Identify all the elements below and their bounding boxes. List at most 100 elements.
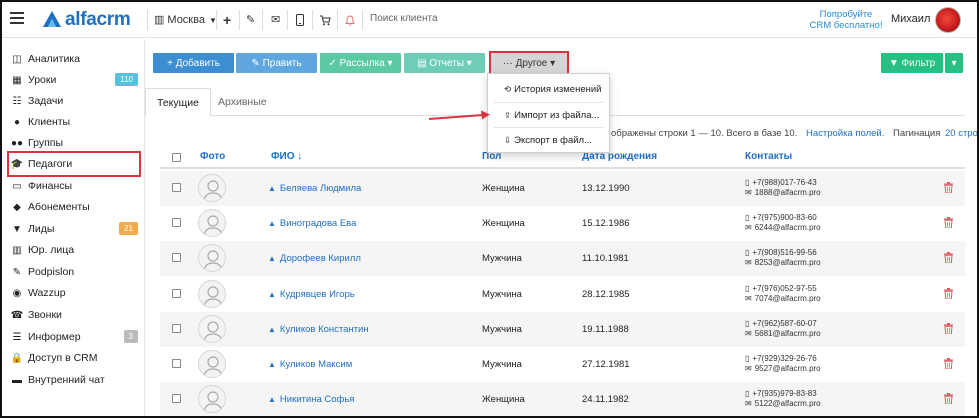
sidebar-item-12[interactable]: ◉ Wazzup <box>10 283 138 303</box>
edit-button[interactable]: ✎ Править <box>236 53 317 73</box>
trash-icon[interactable] <box>944 393 953 405</box>
trash-icon[interactable] <box>944 252 953 264</box>
envelope-icon[interactable]: ✉ <box>271 12 280 28</box>
trash-icon[interactable] <box>944 287 953 299</box>
wrench-icon[interactable]: ✎ <box>246 12 255 28</box>
email-link[interactable]: 6244@alfacrm.pro <box>755 223 821 232</box>
email-link[interactable]: 7074@alfacrm.pro <box>755 294 821 303</box>
row-checkbox[interactable] <box>172 253 181 263</box>
bell-icon[interactable] <box>345 12 355 28</box>
branch-selector[interactable]: ▥ Москва ▼ <box>154 12 217 28</box>
column-contacts[interactable]: Контакты <box>745 151 792 162</box>
birthday-cell: 13.12.1990 <box>582 183 630 194</box>
trash-icon[interactable] <box>944 182 953 193</box>
table-row[interactable]: ▲ Кудрявцев Игорь Мужчина 28.12.1985 ▯ +7(976… <box>160 277 965 312</box>
phone-link[interactable]: +7(962)587-60-07 <box>752 319 816 328</box>
add-button[interactable]: + Добавить <box>153 53 234 73</box>
email-link[interactable]: 5681@alfacrm.pro <box>755 329 821 338</box>
sidebar-item-15[interactable]: 🔒 Доступ в CRM <box>10 348 138 368</box>
menu-icon[interactable] <box>10 12 24 26</box>
reports-button[interactable]: ▤ Отчеты ▾ <box>404 53 485 73</box>
filter-button[interactable]: ▼ Фильтр <box>881 53 943 73</box>
trash-icon[interactable] <box>944 322 953 334</box>
sidebar-item-7[interactable]: ▭ Финансы <box>10 176 138 196</box>
table-row[interactable]: ▲ Куликов Максим Мужчина 27.12.1981 ▯ +7(929)… <box>160 347 965 382</box>
tasks-icon: ☷ <box>12 95 22 107</box>
birthday-cell: 27.12.1981 <box>582 359 630 370</box>
email-link[interactable]: 8253@alfacrm.pro <box>755 258 821 267</box>
user-name[interactable]: Михаил <box>891 13 930 25</box>
sidebar-item-9[interactable]: ▼ Лиды 21 <box>10 219 138 239</box>
graduation-cap-icon: ▲ <box>268 324 276 334</box>
table-info: ображены строки 1 — 10. Всего в базе 10.… <box>611 128 977 139</box>
email-link[interactable]: 1888@alfacrm.pro <box>755 188 821 197</box>
logo[interactable]: alfacrm <box>42 9 131 31</box>
row-checkbox[interactable] <box>172 359 181 368</box>
sidebar-item-10[interactable]: ▥ Юр. лица <box>10 240 138 260</box>
menu-item-export[interactable]: ⇩ Экспорт в файл... <box>488 129 609 151</box>
teacher-name-link[interactable]: ▲ Дорофеев Кирилл <box>268 253 361 264</box>
pointer-arrow-icon <box>429 110 490 120</box>
promo-line: Попробуйте <box>819 9 873 20</box>
mobile-icon[interactable] <box>296 12 304 28</box>
phone-link[interactable]: +7(975)900-83-60 <box>752 213 816 222</box>
sidebar-item-4[interactable]: ● Клиенты <box>10 112 138 132</box>
trash-icon[interactable] <box>944 358 953 369</box>
phone-link[interactable]: +7(935)979-83-83 <box>752 389 816 398</box>
trash-icon[interactable] <box>944 217 953 229</box>
sidebar-item-6[interactable]: 🎓 Педагоги <box>7 151 141 177</box>
row-checkbox[interactable] <box>172 323 181 333</box>
phone-link[interactable]: +7(929)329-26-76 <box>752 354 816 363</box>
teacher-name-link[interactable]: ▲ Куликов Константин <box>268 324 369 335</box>
field-settings-link[interactable]: Настройка полей. <box>806 128 884 139</box>
menu-item-history[interactable]: ⟲ История изменений <box>488 78 609 100</box>
trial-promo-link[interactable]: Попробуйте CRM бесплатно! <box>808 9 884 31</box>
sidebar-item-14[interactable]: ☰ Информер 3 <box>10 327 138 347</box>
sidebar-item-3[interactable]: ☷ Задачи <box>10 91 138 111</box>
sidebar-item-8[interactable]: ◆ Абонементы <box>10 197 138 217</box>
teacher-name-link[interactable]: ▲ Беляева Людмила <box>268 183 361 194</box>
calendar-icon: ▦ <box>12 74 22 86</box>
teacher-name: Куликов Константин <box>279 323 369 335</box>
sidebar-item-16[interactable]: ▬ Внутренний чат <box>10 370 138 390</box>
table-row[interactable]: ▲ Беляева Людмила Женщина 13.12.1990 ▯ +7(988… <box>160 171 965 206</box>
teacher-name-link[interactable]: ▲ Куликов Максим <box>268 359 352 370</box>
teacher-name-link[interactable]: ▲ Никитина Софья <box>268 394 354 405</box>
table-row[interactable]: ▲ Виноградова Ева Женщина 15.12.1986 ▯ +7(975… <box>160 206 965 241</box>
row-checkbox[interactable] <box>172 288 181 298</box>
sidebar-item-5[interactable]: ●● Группы <box>10 133 138 153</box>
table-row[interactable]: ▲ Куликов Константин Мужчина 19.11.1988 ▯ +7(… <box>160 311 965 347</box>
cart-icon[interactable] <box>320 12 331 28</box>
sidebar-item-label: Доступ в CRM <box>28 352 98 364</box>
phone-link[interactable]: +7(976)052-97-55 <box>752 284 816 293</box>
row-checkbox[interactable] <box>172 218 181 228</box>
menu-item-label: Импорт из файла... <box>514 109 600 121</box>
sidebar-item-1[interactable]: ◫ Аналитика <box>10 49 138 69</box>
tab-current[interactable]: Текущие <box>145 88 211 117</box>
phone-link[interactable]: +7(908)516-99-56 <box>752 248 816 257</box>
column-name-sort[interactable]: ФИО ↓ <box>271 151 302 162</box>
mailing-button[interactable]: ✓ Рассылка ▾ <box>320 53 401 73</box>
email-link[interactable]: 9527@alfacrm.pro <box>755 364 821 373</box>
plus-icon[interactable]: + <box>223 12 231 28</box>
avatar[interactable] <box>935 7 961 33</box>
client-search-input[interactable]: Поиск клиента <box>370 13 438 24</box>
row-checkbox[interactable] <box>172 183 181 192</box>
menu-item-import[interactable]: ⇪ Импорт из файла... <box>488 104 609 126</box>
sidebar-item-2[interactable]: ▦ Уроки 110 <box>10 70 138 90</box>
tab-archive[interactable]: Архивные <box>207 88 278 116</box>
pagination-select[interactable]: 20 строк <box>945 128 977 139</box>
email-link[interactable]: 5122@alfacrm.pro <box>755 399 821 408</box>
sidebar-item-11[interactable]: ✎ Podpislon <box>10 262 138 282</box>
select-all-checkbox[interactable] <box>172 153 181 162</box>
row-checkbox[interactable] <box>172 394 181 404</box>
birthday-cell: 28.12.1985 <box>582 288 630 300</box>
table-row[interactable]: ▲ Никитина Софья Женщина 24.11.1982 ▯ +7(935)… <box>160 382 965 416</box>
sidebar-item-13[interactable]: ☎ Звонки <box>10 305 138 325</box>
phone-link[interactable]: +7(988)017-76-43 <box>752 178 816 187</box>
teacher-name-link[interactable]: ▲ Виноградова Ева <box>268 218 356 229</box>
filter-options-button[interactable]: ▾ <box>945 53 963 73</box>
table-row[interactable]: ▲ Дорофеев Кирилл Мужчина 11.10.1981 ▯ +7(908… <box>160 241 965 277</box>
graduation-cap-icon: ▲ <box>268 360 276 369</box>
teacher-name-link[interactable]: ▲ Кудрявцев Игорь <box>268 289 355 300</box>
